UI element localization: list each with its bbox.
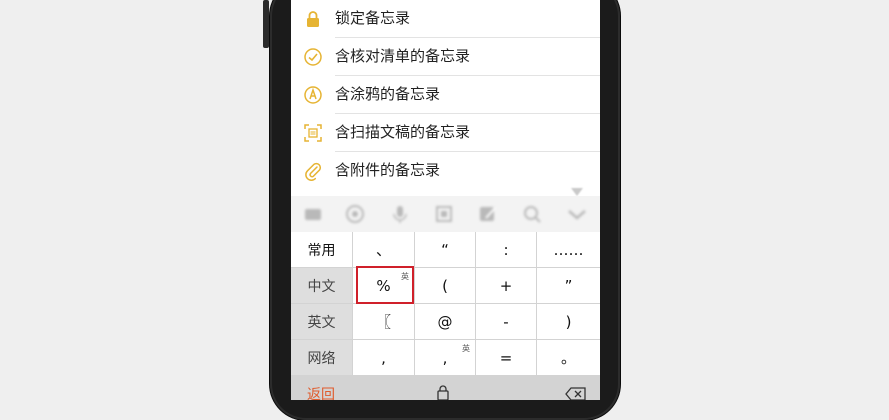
key-comma[interactable]: , 英	[415, 340, 475, 375]
emoji-icon[interactable]	[345, 204, 365, 224]
key-network[interactable]: 网络	[291, 340, 352, 375]
key-symbol[interactable]: 〖	[353, 304, 414, 339]
lock-icon	[303, 9, 323, 29]
back-key[interactable]: 返回	[307, 384, 335, 400]
paperclip-icon	[303, 161, 323, 181]
key-symbol[interactable]: “	[415, 232, 475, 267]
key-symbol[interactable]: ,	[353, 340, 414, 375]
list-item-label: 含附件的备忘录	[335, 161, 441, 179]
key-symbol[interactable]: )	[537, 304, 600, 339]
key-label: ,	[442, 348, 448, 367]
keyboard-toolbar	[291, 196, 600, 232]
scan-document-icon	[303, 123, 323, 143]
chinese-symbol-keyboard: 常用 中文 英文 网络 、 “ : …… % 英 ( + ” 〖 @ - ) ,…	[291, 232, 600, 400]
keyboard-icon[interactable]	[303, 204, 323, 224]
handwriting-icon[interactable]	[478, 204, 498, 224]
list-item-scanned-notes[interactable]: 含扫描文稿的备忘录	[291, 114, 600, 152]
key-symbol[interactable]: (	[415, 268, 475, 303]
key-symbol[interactable]: 。	[537, 340, 600, 375]
phone-screen: 锁定备忘录 含核对清单的备忘录 含涂鸦的备忘录 含扫描文稿的备忘录 含附件的备忘…	[291, 0, 600, 400]
search-icon[interactable]	[522, 204, 542, 224]
key-symbol[interactable]: ”	[537, 268, 600, 303]
collapse-arrow-icon[interactable]	[569, 183, 585, 196]
list-item-label: 含扫描文稿的备忘录	[335, 123, 471, 141]
delete-icon[interactable]	[565, 386, 587, 400]
key-superscript: 英	[401, 272, 409, 281]
key-common[interactable]: 常用	[291, 232, 352, 267]
key-symbol[interactable]: ……	[537, 232, 600, 267]
list-item-checklist-notes[interactable]: 含核对清单的备忘录	[291, 38, 600, 76]
grid-icon[interactable]	[434, 204, 454, 224]
phone-side-button	[263, 0, 269, 48]
list-item-locked-notes[interactable]: 锁定备忘录	[291, 0, 600, 38]
key-english[interactable]: 英文	[291, 304, 352, 339]
list-item-label: 锁定备忘录	[335, 9, 411, 27]
key-symbol[interactable]: +	[476, 268, 536, 303]
list-item-attachment-notes[interactable]: 含附件的备忘录	[291, 152, 600, 190]
key-symbol[interactable]: -	[476, 304, 536, 339]
markup-pen-icon	[303, 85, 323, 105]
key-symbol[interactable]: 、	[353, 232, 414, 267]
list-item-drawing-notes[interactable]: 含涂鸦的备忘录	[291, 76, 600, 114]
key-superscript: 英	[462, 344, 470, 353]
microphone-icon[interactable]	[390, 204, 410, 224]
collapse-icon[interactable]	[567, 204, 587, 224]
list-item-label: 含涂鸦的备忘录	[335, 85, 441, 103]
lock-icon[interactable]	[435, 384, 451, 400]
key-percent[interactable]: % 英	[353, 268, 414, 303]
key-symbol[interactable]: @	[415, 304, 475, 339]
notes-filter-list: 锁定备忘录 含核对清单的备忘录 含涂鸦的备忘录 含扫描文稿的备忘录 含附件的备忘…	[291, 0, 600, 190]
check-circle-icon	[303, 47, 323, 67]
list-item-label: 含核对清单的备忘录	[335, 47, 471, 65]
key-symbol[interactable]: :	[476, 232, 536, 267]
key-symbol[interactable]: =	[476, 340, 536, 375]
key-chinese[interactable]: 中文	[291, 268, 352, 303]
key-label: %	[376, 276, 391, 295]
keyboard-bottom-row: 返回	[291, 376, 600, 400]
